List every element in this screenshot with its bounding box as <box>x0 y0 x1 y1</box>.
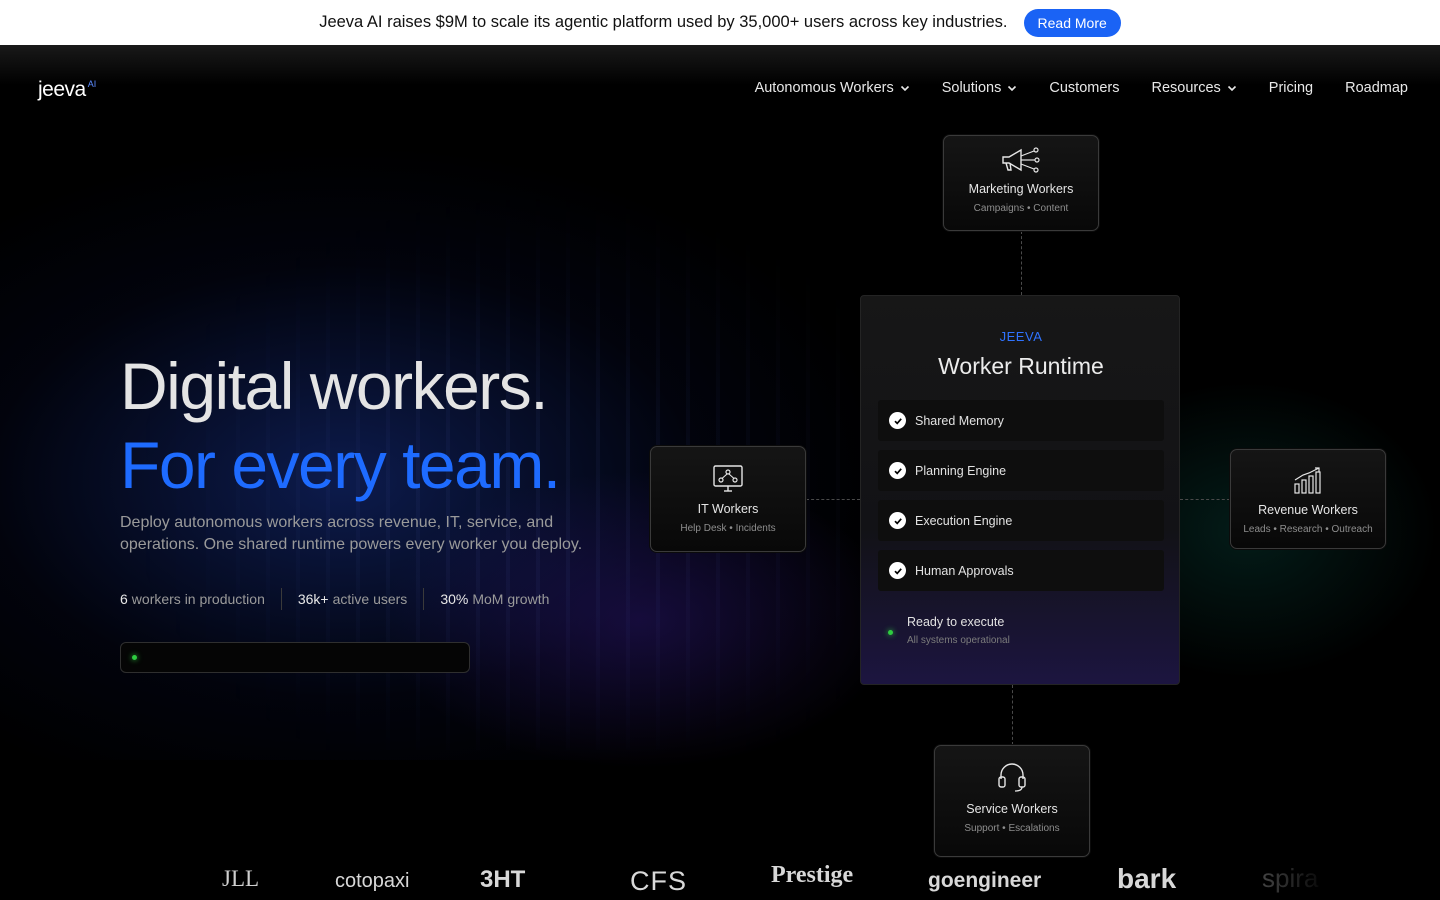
capability-label: Planning Engine <box>915 463 1007 478</box>
capability-label: Execution Engine <box>915 513 1013 528</box>
check-icon <box>889 412 906 429</box>
runtime-capabilities: Shared Memory Planning Engine Execution … <box>878 400 1164 600</box>
nav-label: Autonomous Workers <box>754 80 894 96</box>
nav-label: Customers <box>1049 80 1120 96</box>
revenue-workers-card[interactable]: Revenue Workers Leads • Research • Outre… <box>1230 449 1386 549</box>
nav-roadmap[interactable]: Roadmap <box>1345 80 1408 96</box>
connector-revenue <box>1180 499 1230 500</box>
stat-label: workers in production <box>131 591 265 607</box>
jeeva-logo[interactable]: jeeva AI <box>38 78 96 102</box>
it-workers-card[interactable]: IT Workers Help Desk • Incidents <box>650 446 806 552</box>
logo-wordmark: jeeva <box>38 78 86 101</box>
nav-menu: Autonomous Workers Solutions Customers R… <box>755 80 1408 96</box>
nav-label: Pricing <box>1268 80 1314 96</box>
nav-customers[interactable]: Customers <box>1049 80 1119 96</box>
logos-fade-left <box>100 858 210 900</box>
chevron-down-icon <box>1008 85 1017 92</box>
logo-cotopaxi: cotopaxi <box>335 870 410 892</box>
bar-chart-icon <box>1294 467 1321 494</box>
logo-ai-badge: AI <box>87 79 97 89</box>
capability-item: Planning Engine <box>878 450 1164 491</box>
worker-subtitle: Leads • Research • Outreach <box>1243 524 1373 535</box>
runtime-title: Worker Runtime <box>938 353 1104 379</box>
status-title: Ready to execute <box>907 615 1005 629</box>
hero-title-line2: For every team. <box>120 428 561 502</box>
worker-title: Revenue Workers <box>1258 503 1358 517</box>
headset-icon <box>998 763 1026 792</box>
main-nav: jeeva AI Autonomous Workers Solutions Cu… <box>0 60 1440 116</box>
chevron-down-icon <box>900 85 909 92</box>
stat-workers: 6 workers in production <box>120 588 281 610</box>
announcement-text: Jeeva AI raises $9M to scale its agentic… <box>319 13 1008 31</box>
chevron-down-icon <box>1227 85 1236 92</box>
nav-resources[interactable]: Resources <box>1151 80 1236 96</box>
status-dot <box>132 655 137 660</box>
hero-stats: 6 workers in production 36k+ active user… <box>120 588 565 610</box>
service-workers-card[interactable]: Service Workers Support • Escalations <box>934 745 1090 857</box>
worker-title: IT Workers <box>697 502 759 516</box>
nav-label: Solutions <box>941 80 1002 96</box>
worker-runtime-panel: JEEVA Worker Runtime Shared Memory Plann… <box>860 295 1180 685</box>
megaphone-icon <box>1002 147 1040 173</box>
logo-cfs: CFS <box>630 866 687 896</box>
worker-title: Marketing Workers <box>968 182 1074 196</box>
stat-value: 30% <box>440 591 469 607</box>
check-icon <box>889 562 906 579</box>
logo-3ht: 3HT <box>480 866 526 893</box>
logos-fade-right <box>1210 858 1330 900</box>
check-icon <box>889 512 906 529</box>
logo-bark: bark <box>1117 863 1177 894</box>
stat-value: 6 <box>120 591 128 607</box>
nav-label: Roadmap <box>1345 80 1408 96</box>
stat-value: 36k+ <box>297 591 329 607</box>
hero-title-line1: Digital workers. <box>120 349 549 423</box>
logo-goengineer: goengineer <box>928 869 1042 892</box>
check-icon <box>889 462 906 479</box>
status-subtitle: All systems operational <box>907 635 1010 646</box>
logo-prestige: Prestige <box>771 862 854 888</box>
monitor-network-icon <box>713 465 743 492</box>
nav-autonomous-workers[interactable]: Autonomous Workers <box>755 80 910 96</box>
connector-it <box>806 499 860 500</box>
worker-title: Service Workers <box>966 802 1058 816</box>
hero-subtitle: Deploy autonomous workers across revenue… <box>120 514 583 553</box>
capability-item: Shared Memory <box>878 400 1164 441</box>
capability-item: Human Approvals <box>878 550 1164 591</box>
stat-growth: 30% MoM growth <box>423 588 565 610</box>
worker-subtitle: Help Desk • Incidents <box>680 523 776 534</box>
worker-subtitle: Campaigns • Content <box>973 203 1069 214</box>
connector-marketing <box>1021 231 1022 295</box>
connector-service <box>1012 685 1013 745</box>
capability-item: Execution Engine <box>878 500 1164 541</box>
capability-label: Human Approvals <box>915 563 1014 578</box>
stat-label: MoM growth <box>472 591 550 607</box>
capability-label: Shared Memory <box>915 413 1004 428</box>
runtime-label: JEEVA <box>999 329 1043 344</box>
stat-label: active users <box>332 591 408 607</box>
announcement-bar: Jeeva AI raises $9M to scale its agentic… <box>0 0 1440 45</box>
runtime-status: Ready to execute All systems operational <box>907 615 1010 646</box>
read-more-button[interactable]: Read More <box>1023 8 1121 37</box>
stat-users: 36k+ active users <box>280 588 423 610</box>
logo-jll: JLL <box>222 866 260 891</box>
worker-subtitle: Support • Escalations <box>964 823 1060 834</box>
nav-solutions[interactable]: Solutions <box>942 80 1018 96</box>
nav-pricing[interactable]: Pricing <box>1269 80 1313 96</box>
marketing-workers-card[interactable]: Marketing Workers Campaigns • Content <box>943 135 1099 231</box>
live-activity-ticker <box>120 642 470 673</box>
status-dot <box>888 630 893 635</box>
nav-label: Resources <box>1151 80 1221 96</box>
